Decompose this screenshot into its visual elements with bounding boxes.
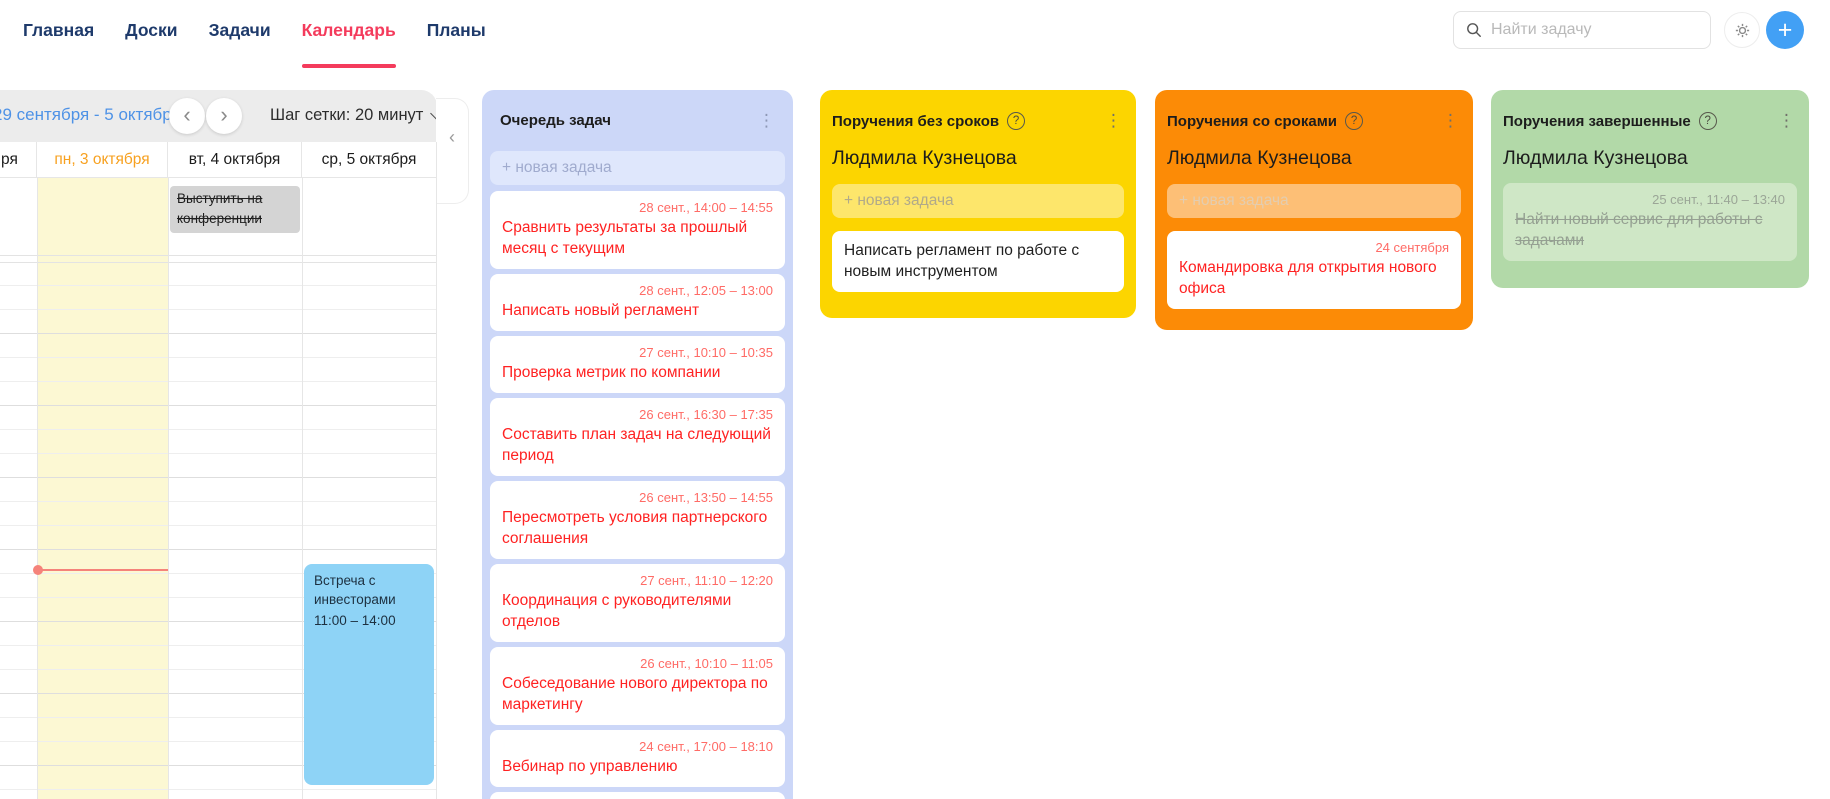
- assignee-name: Людмила Кузнецова: [832, 147, 1017, 169]
- task-date: 26 сент., 13:50 – 14:55: [639, 490, 773, 505]
- day-header: вт, 4 октября: [168, 142, 302, 177]
- calendar-date-range: 29 сентября - 5 октября: [0, 105, 181, 124]
- help-icon[interactable]: ?: [1345, 112, 1364, 130]
- settings-button[interactable]: [1724, 12, 1760, 48]
- task-card[interactable]: 27 сент., 11:10 – 12:20 Координация с ру…: [490, 564, 785, 642]
- new-task-input[interactable]: [832, 184, 1124, 218]
- task-title: Командировка для открытия нового офиса: [1179, 259, 1437, 297]
- help-icon[interactable]: ?: [1698, 112, 1717, 130]
- column-task-queue: Очередь задач ⋮ 28 сент., 14:00 – 14:55 …: [482, 90, 793, 799]
- nav-tab-home[interactable]: Главная: [23, 20, 94, 41]
- allday-separator: [0, 262, 437, 263]
- task-card-completed[interactable]: 25 сент., 11:40 – 13:40 Найти новый серв…: [1503, 183, 1797, 261]
- calendar-grid: Выступить на конференции Встреча с инвес…: [0, 178, 437, 799]
- calendar-header: 29 сентября - 5 октября ‹ › Шаг сетки: 2…: [0, 90, 437, 142]
- task-card-partial[interactable]: [490, 792, 785, 799]
- calendar-prev-button[interactable]: ‹: [169, 98, 205, 134]
- chevron-left-icon: ‹: [449, 127, 455, 147]
- task-date: 26 сент., 10:10 – 11:05: [640, 656, 773, 671]
- nav-tab-calendar[interactable]: Календарь: [301, 20, 396, 68]
- gear-icon: [1735, 23, 1749, 37]
- task-card[interactable]: 26 сент., 16:30 – 17:35 Составить план з…: [490, 398, 785, 476]
- task-title: Пересмотреть условия партнерского соглаш…: [502, 509, 768, 547]
- task-title: Сравнить результаты за прошлый месяц с т…: [502, 219, 748, 257]
- column-title: Поручения со сроками: [1167, 112, 1338, 130]
- topbar: Главная Доски Задачи Календарь Планы +: [0, 0, 1830, 86]
- nav-tab-plans[interactable]: Планы: [427, 20, 486, 41]
- task-date: 24 сентября: [1375, 240, 1449, 255]
- task-card[interactable]: 24 сентября Командировка для открытия но…: [1167, 231, 1461, 309]
- task-title: Координация с руководителями отделов: [502, 592, 732, 630]
- help-icon[interactable]: ?: [1007, 112, 1026, 130]
- task-title: Написать новый регламент: [502, 302, 700, 319]
- column-divider: [37, 178, 38, 799]
- task-date: 25 сент., 11:40 – 13:40: [1652, 192, 1785, 207]
- task-card[interactable]: 28 сент., 14:00 – 14:55 Сравнить результ…: [490, 191, 785, 269]
- grid-step-dropdown[interactable]: Шаг сетки: 20 минут: [270, 106, 437, 125]
- task-date: 28 сент., 14:00 – 14:55: [639, 200, 773, 215]
- day-header-today: пн, 3 октября: [37, 142, 168, 177]
- event-investors-meeting[interactable]: Встреча с инвесторами 11:00 – 14:00: [304, 564, 434, 785]
- calendar-panel: 29 сентября - 5 октября ‹ › Шаг сетки: 2…: [0, 90, 469, 799]
- nav-tab-tasks[interactable]: Задачи: [209, 20, 271, 41]
- new-task-input[interactable]: [1167, 184, 1461, 218]
- task-card[interactable]: 26 сент., 10:10 – 11:05 Собеседование но…: [490, 647, 785, 725]
- kebab-menu-icon[interactable]: ⋮: [758, 112, 775, 129]
- column-divider: [436, 178, 437, 799]
- task-date: 24 сент., 17:00 – 18:10: [639, 739, 773, 754]
- allday-separator: [0, 255, 437, 256]
- task-title: Проверка метрик по компании: [502, 364, 721, 381]
- task-title: Найти новый сервис для работы с задачами: [1515, 211, 1763, 249]
- day-header: ср, 5 октября: [302, 142, 437, 177]
- kebab-menu-icon[interactable]: ⋮: [1105, 112, 1122, 129]
- column-title: Поручения без сроков: [832, 112, 1000, 130]
- search-input[interactable]: [1491, 21, 1698, 39]
- event-completed-conference[interactable]: Выступить на конференции: [170, 186, 300, 233]
- task-date: 27 сент., 10:10 – 10:35: [639, 345, 773, 360]
- task-card[interactable]: Написать регламент по работе с новым инс…: [832, 231, 1124, 292]
- column-divider: [168, 178, 169, 799]
- grid-step-label: Шаг сетки: 20 минут: [270, 106, 424, 124]
- task-date: 28 сент., 12:05 – 13:00: [639, 283, 773, 298]
- column-no-deadlines: Поручения без сроков ? ⋮ Людмила Кузнецо…: [820, 90, 1136, 318]
- column-with-deadlines: Поручения со сроками ? ⋮ Людмила Кузнецо…: [1155, 90, 1473, 330]
- task-date: 26 сент., 16:30 – 17:35: [639, 407, 773, 422]
- search-box: [1453, 11, 1711, 49]
- event-time: 11:00 – 14:00: [314, 612, 396, 628]
- kebab-menu-icon[interactable]: ⋮: [1778, 112, 1795, 129]
- main-nav: Главная Доски Задачи Календарь Планы: [23, 20, 486, 68]
- kebab-menu-icon[interactable]: ⋮: [1442, 112, 1459, 129]
- current-time-indicator: [33, 565, 168, 575]
- task-card[interactable]: 24 сент., 17:00 – 18:10 Вебинар по управ…: [490, 730, 785, 787]
- add-task-button[interactable]: +: [1766, 11, 1804, 49]
- task-card[interactable]: 27 сент., 10:10 – 10:35 Проверка метрик …: [490, 336, 785, 393]
- column-title: Очередь задач: [500, 112, 611, 129]
- assignee-name: Людмила Кузнецова: [1167, 147, 1352, 169]
- calendar-day-headers: ря пн, 3 октября вт, 4 октября ср, 5 окт…: [0, 142, 437, 178]
- column-divider: [302, 178, 303, 799]
- search-icon: [1467, 23, 1481, 37]
- day-header-partial: ря: [0, 142, 37, 177]
- event-title: Встреча с инвесторами: [314, 573, 396, 607]
- task-card[interactable]: 28 сент., 12:05 – 13:00 Написать новый р…: [490, 274, 785, 331]
- nav-tab-boards[interactable]: Доски: [125, 20, 177, 41]
- assignee-name: Людмила Кузнецова: [1503, 147, 1688, 169]
- new-task-input[interactable]: [490, 151, 785, 185]
- task-title: Составить план задач на следующий период: [502, 426, 771, 464]
- task-title: Вебинар по управлению: [502, 758, 678, 775]
- task-title: Написать регламент по работе с новым инс…: [844, 242, 1080, 280]
- task-card[interactable]: 26 сент., 13:50 – 14:55 Пересмотреть усл…: [490, 481, 785, 559]
- task-date: 27 сент., 11:10 – 12:20: [640, 573, 773, 588]
- calendar-next-button[interactable]: ›: [206, 98, 242, 134]
- task-title: Собеседование нового директора по маркет…: [502, 675, 768, 713]
- column-completed: Поручения завершенные ? ⋮ Людмила Кузнец…: [1491, 90, 1809, 288]
- column-title: Поручения завершенные: [1503, 112, 1691, 130]
- calendar-collapse-button[interactable]: ‹: [436, 98, 469, 204]
